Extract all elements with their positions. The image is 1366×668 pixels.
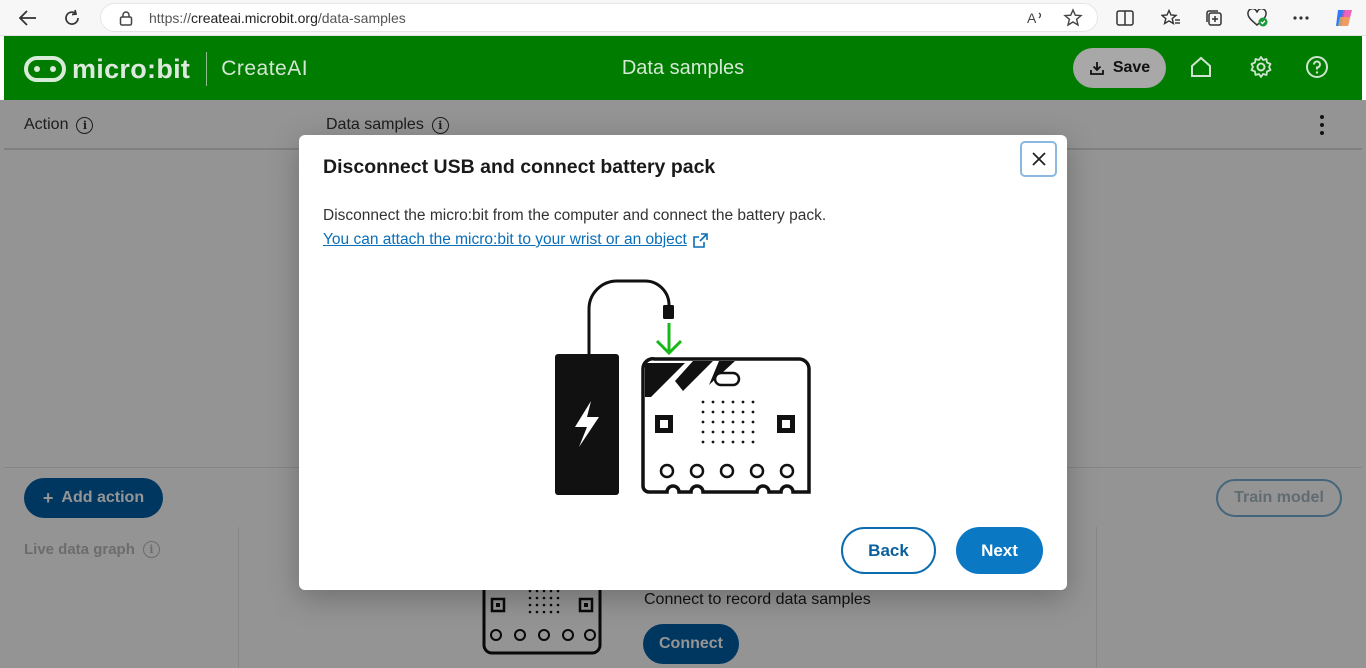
download-icon <box>1089 62 1104 75</box>
dialog-title: Disconnect USB and connect battery pack <box>323 156 716 178</box>
down-arrow-icon <box>655 323 683 356</box>
svg-text:A: A <box>1027 10 1037 26</box>
favorites-icon[interactable] <box>1157 4 1185 32</box>
help-icon[interactable] <box>1305 55 1331 81</box>
save-button[interactable]: Save <box>1073 48 1166 88</box>
product-name: CreateAI <box>221 57 309 80</box>
close-icon <box>1031 152 1046 166</box>
favorite-star-icon[interactable] <box>1063 8 1083 33</box>
home-icon[interactable] <box>1189 55 1215 81</box>
url-host: createai.microbit.org <box>191 10 318 26</box>
next-button[interactable]: Next <box>956 527 1043 574</box>
external-link-icon <box>693 232 708 248</box>
microbit-board <box>641 357 811 494</box>
dialog-description: Disconnect the micro:bit from the comput… <box>323 207 827 224</box>
disconnect-usb-dialog: Disconnect USB and connect battery pack … <box>299 135 1067 590</box>
microbit-logo[interactable]: micro:bit CreateAI <box>24 52 308 86</box>
battery-connection-illustration <box>555 279 811 495</box>
logo-divider <box>206 52 208 86</box>
save-label: Save <box>1112 59 1151 76</box>
url-text: https://createai.microbit.org/data-sampl… <box>149 10 406 26</box>
brand-name: micro:bit <box>72 53 191 84</box>
refresh-icon[interactable] <box>58 4 86 32</box>
wrist-attachment-link[interactable]: You can attach the micro:bit to your wri… <box>323 231 708 249</box>
close-button[interactable] <box>1020 141 1057 177</box>
copilot-icon[interactable] <box>1330 4 1358 32</box>
collections-icon[interactable] <box>1200 4 1228 32</box>
app-header: micro:bit CreateAI Data samples Save <box>4 36 1362 100</box>
back-arrow-icon[interactable] <box>14 4 42 32</box>
url-prefix: https:// <box>149 10 192 26</box>
browser-toolbar: https://createai.microbit.org/data-sampl… <box>0 0 1366 36</box>
lock-icon <box>119 10 133 31</box>
link-text: You can attach the micro:bit to your wri… <box>323 231 687 248</box>
back-button[interactable]: Back <box>841 527 936 574</box>
split-screen-icon[interactable] <box>1111 4 1139 32</box>
browser-essentials-icon[interactable] <box>1244 4 1272 32</box>
more-options-icon[interactable] <box>1287 4 1315 32</box>
microbit-logo-icon <box>24 56 66 82</box>
usb-plug <box>663 305 674 319</box>
url-path: /data-samples <box>317 10 406 26</box>
settings-gear-icon[interactable] <box>1249 55 1275 81</box>
address-bar[interactable]: https://createai.microbit.org/data-sampl… <box>100 3 1098 32</box>
read-aloud-icon[interactable]: A <box>1026 9 1046 32</box>
